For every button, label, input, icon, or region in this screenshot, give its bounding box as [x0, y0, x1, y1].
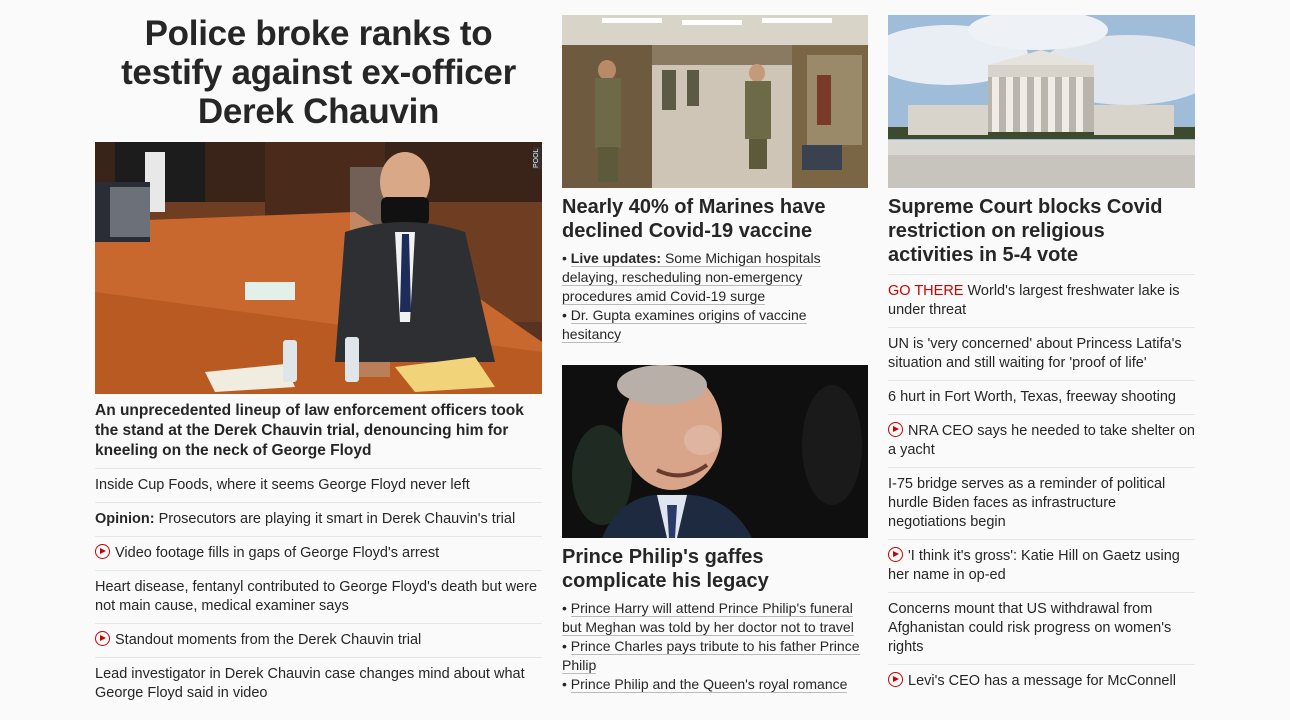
pool-credit: POOL [533, 148, 540, 168]
scotus-story-list: GO THERE World's largest freshwater lake… [888, 275, 1195, 698]
supreme-court-image[interactable] [888, 15, 1195, 188]
middle-column: Nearly 40% of Marines have declined Covi… [562, 0, 868, 693]
marines-image[interactable] [562, 15, 868, 188]
list-item[interactable]: Heart disease, fentanyl contributed to G… [95, 571, 542, 624]
list-item[interactable]: Levi's CEO has a message for McConnell [888, 665, 1195, 698]
list-item[interactable]: • Prince Philip and the Queen's royal ro… [562, 675, 868, 694]
chauvin-trial-image[interactable]: POOL [95, 142, 542, 394]
list-item[interactable]: • Prince Harry will attend Prince Philip… [562, 599, 868, 637]
list-item[interactable]: 'I think it's gross': Katie Hill on Gaet… [888, 540, 1195, 593]
scotus-headline[interactable]: Supreme Court blocks Covid restriction o… [888, 188, 1195, 275]
list-item[interactable]: Lead investigator in Derek Chauvin case … [95, 658, 542, 710]
play-icon [888, 422, 903, 437]
lead-column: Police broke ranks to testify against ex… [95, 0, 542, 710]
go-there-kicker: GO THERE [888, 283, 964, 299]
lead-story-list: Inside Cup Foods, where it seems George … [95, 469, 542, 710]
philip-headline[interactable]: Prince Philip's gaffes complicate his le… [562, 538, 868, 593]
list-item[interactable]: Concerns mount that US withdrawal from A… [888, 593, 1195, 665]
prince-philip-image[interactable] [562, 365, 868, 538]
list-item[interactable]: • Prince Charles pays tribute to his fat… [562, 637, 868, 675]
list-item[interactable]: • Dr. Gupta examines origins of vaccine … [562, 306, 868, 344]
list-item[interactable]: Video footage fills in gaps of George Fl… [95, 537, 542, 571]
play-icon [888, 672, 903, 687]
philip-bullets: • Prince Harry will attend Prince Philip… [562, 593, 868, 694]
lead-headline[interactable]: Police broke ranks to testify against ex… [95, 0, 542, 142]
list-item[interactable]: 6 hurt in Fort Worth, Texas, freeway sho… [888, 381, 1195, 415]
live-updates-label: Live updates: [570, 250, 662, 266]
marines-bullets: • Live updates: Some Michigan hospitals … [562, 243, 868, 344]
list-item[interactable]: Opinion: Prosecutors are playing it smar… [95, 503, 542, 537]
list-item[interactable]: GO THERE World's largest freshwater lake… [888, 275, 1195, 328]
play-icon [95, 631, 110, 646]
list-item[interactable]: I-75 bridge serves as a reminder of poli… [888, 468, 1195, 540]
list-item[interactable]: NRA CEO says he needed to take shelter o… [888, 415, 1195, 468]
list-item[interactable]: UN is 'very concerned' about Princess La… [888, 328, 1195, 381]
list-item[interactable]: • Live updates: Some Michigan hospitals … [562, 249, 868, 306]
lead-subhead[interactable]: An unprecedented lineup of law enforceme… [95, 394, 542, 469]
opinion-label: Opinion: [95, 511, 155, 527]
right-column: Supreme Court blocks Covid restriction o… [888, 0, 1195, 698]
list-item[interactable]: Standout moments from the Derek Chauvin … [95, 624, 542, 658]
play-icon [95, 544, 110, 559]
marines-headline[interactable]: Nearly 40% of Marines have declined Covi… [562, 188, 868, 243]
play-icon [888, 547, 903, 562]
list-item[interactable]: Inside Cup Foods, where it seems George … [95, 469, 542, 503]
